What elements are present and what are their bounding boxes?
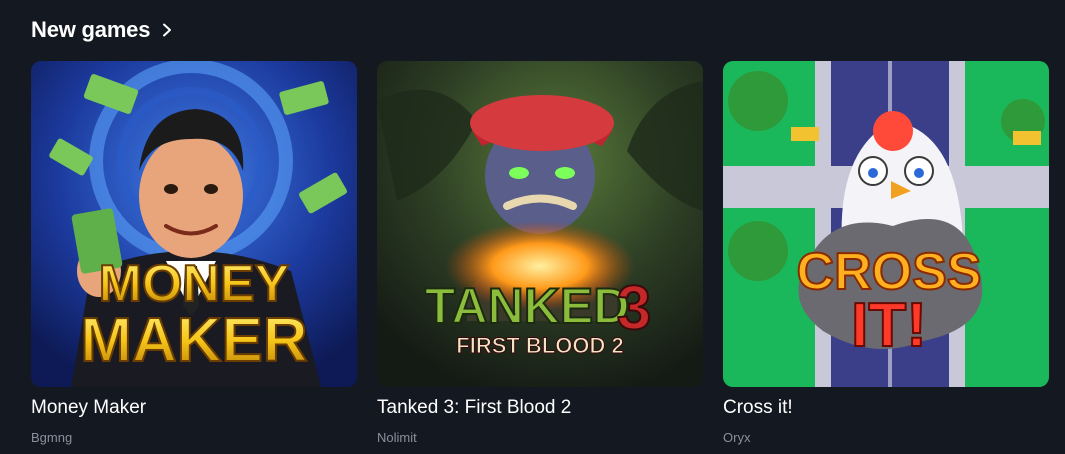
game-thumbnail[interactable]: CROSS IT!	[723, 61, 1049, 387]
game-title[interactable]: Tanked 3: First Blood 2	[377, 397, 703, 419]
game-title[interactable]: Cross it!	[723, 397, 1049, 419]
game-provider: Nolimit	[377, 430, 417, 445]
game-card-tanked-3[interactable]: TANKED 3 FIRST BLOOD 2 Tanked 3: First B…	[377, 61, 703, 446]
game-art-line: IT!	[851, 291, 927, 360]
game-card-money-maker[interactable]: MONEY MAKER Money Maker Bgmng	[31, 61, 357, 446]
game-art-money-maker: MONEY MAKER	[31, 61, 357, 387]
game-art-tanked-3: TANKED 3 FIRST BLOOD 2	[377, 61, 703, 387]
section-header-link[interactable]: New games	[31, 14, 174, 46]
game-provider: Oryx	[723, 430, 751, 445]
game-art-line: TANKED	[425, 278, 630, 334]
game-provider: Bgmng	[31, 430, 73, 445]
game-thumbnail[interactable]: TANKED 3 FIRST BLOOD 2	[377, 61, 703, 387]
game-list: MONEY MAKER Money Maker Bgmng TANKED 3 F…	[31, 61, 1049, 446]
section-title: New games	[31, 17, 151, 42]
new-games-section: New games MONEY MAKER Money Maker Bgmng …	[0, 0, 1065, 454]
game-card-cross-it[interactable]: CROSS IT! Cross it! Oryx	[723, 61, 1049, 446]
game-art-cross-it: CROSS IT!	[723, 61, 1049, 387]
game-art-line: MONEY	[99, 255, 290, 313]
game-thumbnail[interactable]: MONEY MAKER	[31, 61, 357, 387]
game-art-line: FIRST BLOOD 2	[456, 333, 623, 358]
game-title[interactable]: Money Maker	[31, 397, 357, 419]
game-art-line: MAKER	[80, 306, 307, 375]
chevron-right-icon	[163, 23, 172, 37]
